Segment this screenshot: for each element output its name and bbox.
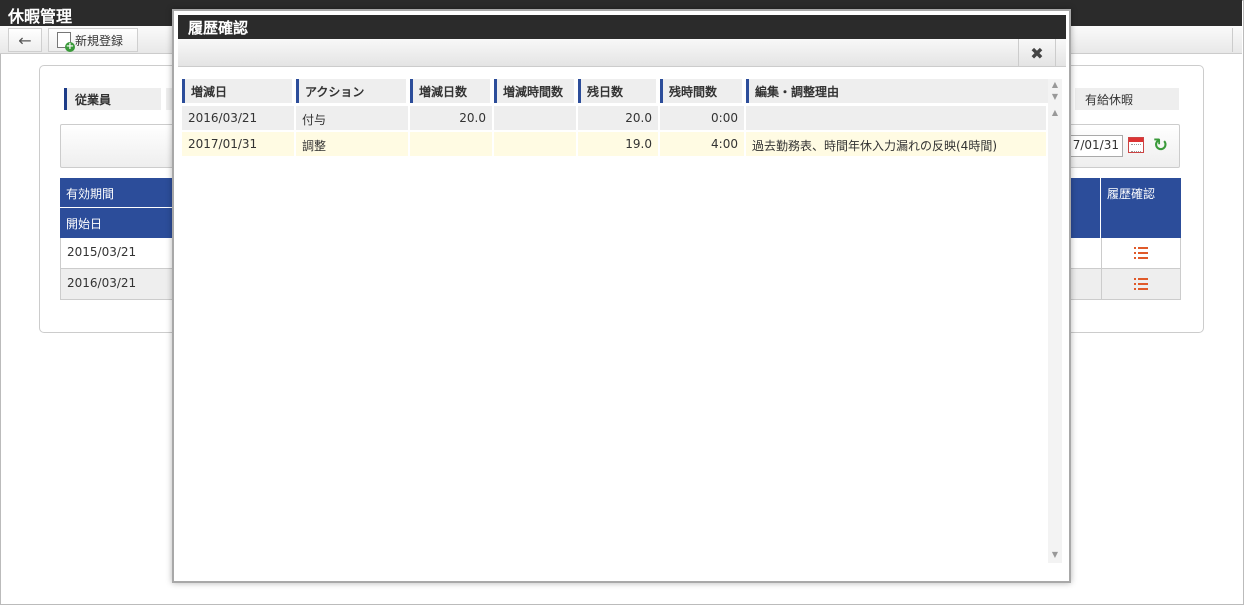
app-title: 休暇管理	[8, 7, 73, 26]
header-period: 有効期間	[60, 178, 172, 208]
employee-label: 従業員	[64, 88, 161, 110]
cell-action: 調整	[296, 132, 410, 156]
history-cell	[1101, 238, 1181, 268]
dialog-title: 履歴確認	[188, 19, 249, 37]
close-icon: ✖	[1030, 43, 1044, 63]
close-button[interactable]: ✖	[1018, 39, 1056, 67]
history-cell	[1101, 269, 1181, 299]
col-remain-hours[interactable]: 残時間数	[660, 79, 742, 103]
list-icon[interactable]	[1134, 278, 1148, 290]
history-dialog: 履歴確認 ✖ 増減日 アクション 増減日数 増減時間数 残日数 残時間数 編集・…	[172, 9, 1071, 583]
header-start-date: 開始日	[66, 217, 103, 231]
cell-reason: 過去勤務表、時間年休入力漏れの反映(4時間)	[746, 132, 1048, 156]
calendar-icon[interactable]	[1128, 137, 1144, 153]
list-icon[interactable]	[1134, 247, 1148, 259]
cell-remain-days: 20.0	[578, 106, 660, 130]
scroll-down-icon[interactable]: ▼	[1048, 549, 1062, 561]
cell-change-days: 20.0	[410, 106, 494, 130]
col-change-days[interactable]: 増減日数	[410, 79, 490, 103]
back-button[interactable]: ←	[8, 28, 42, 52]
col-change-hours[interactable]: 増減時間数	[494, 79, 574, 103]
header-history: 履歴確認	[1100, 178, 1181, 238]
date-input[interactable]: 7/01/31	[1068, 135, 1123, 157]
cell-date: 2016/03/21	[182, 106, 296, 130]
refresh-icon[interactable]: ↻	[1153, 135, 1168, 156]
cell-remain-days: 19.0	[578, 132, 660, 156]
cell-action: 付与	[296, 106, 410, 130]
cell-remain-hours: 4:00	[660, 132, 746, 156]
cell-reason	[746, 106, 1048, 130]
scroll-up-icon[interactable]: ▲	[1048, 79, 1062, 91]
cell-change-days	[410, 132, 494, 156]
scroll-down-icon[interactable]: ▼	[1048, 91, 1062, 103]
new-document-icon	[57, 32, 75, 52]
cell-change-hours	[494, 106, 578, 130]
col-date[interactable]: 増減日	[182, 79, 292, 103]
col-action[interactable]: アクション	[296, 79, 406, 103]
cell-remain-hours: 0:00	[660, 106, 746, 130]
cell-date: 2017/01/31	[182, 132, 296, 156]
cell-change-hours	[494, 132, 578, 156]
col-remain-days[interactable]: 残日数	[578, 79, 656, 103]
scroll-up-icon[interactable]: ▲	[1048, 107, 1062, 119]
col-reason[interactable]: 編集・調整理由	[746, 79, 1048, 103]
row-start-date: 2016/03/21	[67, 276, 137, 290]
leave-type-label: 有給休暇	[1075, 88, 1179, 110]
table-row[interactable]: 2016/03/21 付与 20.0 20.0 0:00	[182, 106, 1048, 130]
grid-scrollbar[interactable]: ▲ ▼ ▲ ▼	[1048, 79, 1062, 563]
grid-header: 増減日 アクション 増減日数 増減時間数 残日数 残時間数 編集・調整理由	[182, 79, 1048, 103]
row-start-date: 2015/03/21	[67, 245, 137, 259]
new-register-label: 新規登録	[75, 33, 124, 48]
arrow-left-icon: ←	[18, 30, 32, 50]
toolbar-edge	[1232, 28, 1240, 52]
dialog-titlebar: 履歴確認	[178, 15, 1066, 39]
dialog-toolbar: ✖	[178, 39, 1066, 67]
table-row[interactable]: 2017/01/31 調整 19.0 4:00 過去勤務表、時間年休入力漏れの反…	[182, 132, 1048, 156]
new-register-button[interactable]: 新規登録	[48, 28, 138, 52]
